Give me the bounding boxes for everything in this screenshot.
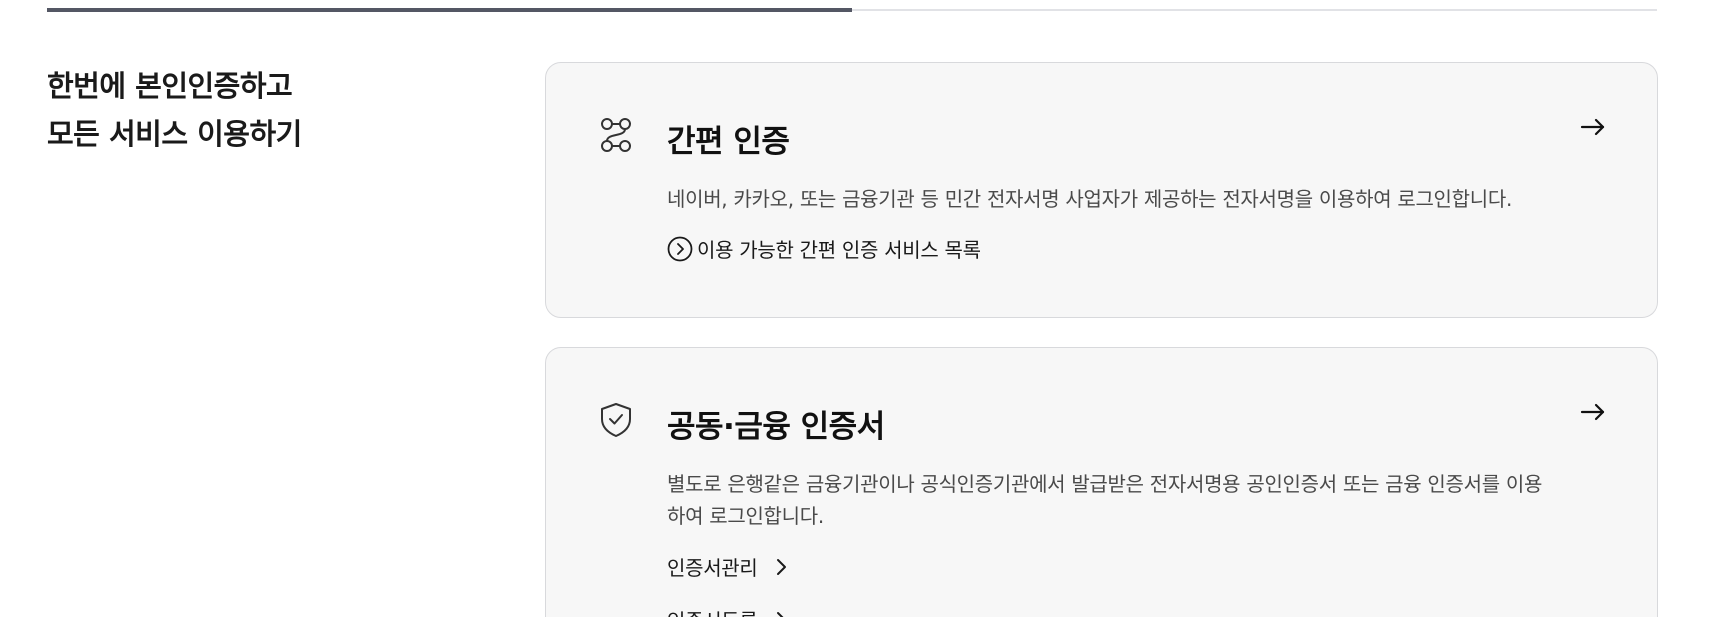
chevron-right-icon	[776, 611, 784, 617]
step-progress-bar	[47, 8, 1657, 12]
simple-auth-description: 네이버, 카카오, 또는 금융기관 등 민간 전자서명 사업자가 제공하는 전자…	[667, 187, 1513, 211]
certificate-auth-description: 별도로 은행같은 금융기관이나 공식인증기관에서 발급받은 전자서명용 공인인증…	[667, 472, 1543, 528]
chevron-right-icon	[776, 558, 786, 575]
headline-line-1: 한번에 본인인증하고	[47, 69, 293, 103]
certificate-auth-title: 공동·금융 인증서	[667, 409, 885, 445]
step-progress-fill	[47, 8, 852, 12]
simple-auth-title: 간편 인증	[667, 124, 790, 160]
shield-check-icon	[601, 403, 631, 437]
right-arrow-icon[interactable]	[1579, 115, 1607, 139]
certificate-register-link[interactable]: 인증서등록	[667, 605, 788, 617]
headline-line-2: 모든 서비스 이용하기	[47, 117, 302, 151]
route-nodes-icon	[601, 118, 631, 152]
page-headline: 한번에 본인인증하고 모든 서비스 이용하기	[47, 62, 467, 158]
right-arrow-icon[interactable]	[1579, 400, 1607, 424]
circle-chevron-right-icon	[667, 236, 693, 261]
simple-auth-card[interactable]: 간편 인증 네이버, 카카오, 또는 금융기관 등 민간 전자서명 사업자가 제…	[545, 62, 1658, 318]
page: 한번에 본인인증하고 모든 서비스 이용하기 간편 인증 네이버, 카카오, 또…	[0, 0, 1712, 617]
certificate-management-link[interactable]: 인증서관리	[667, 552, 788, 581]
certificate-management-label: 인증서관리	[667, 556, 758, 580]
certificate-register-label: 인증서등록	[667, 605, 758, 617]
certificate-auth-card[interactable]: 공동·금융 인증서 별도로 은행같은 금융기관이나 공식인증기관에서 발급받은 …	[545, 347, 1658, 617]
simple-auth-service-list-link[interactable]: 이용 가능한 간편 인증 서비스 목록	[667, 234, 981, 263]
service-list-link-label: 이용 가능한 간편 인증 서비스 목록	[697, 238, 981, 262]
